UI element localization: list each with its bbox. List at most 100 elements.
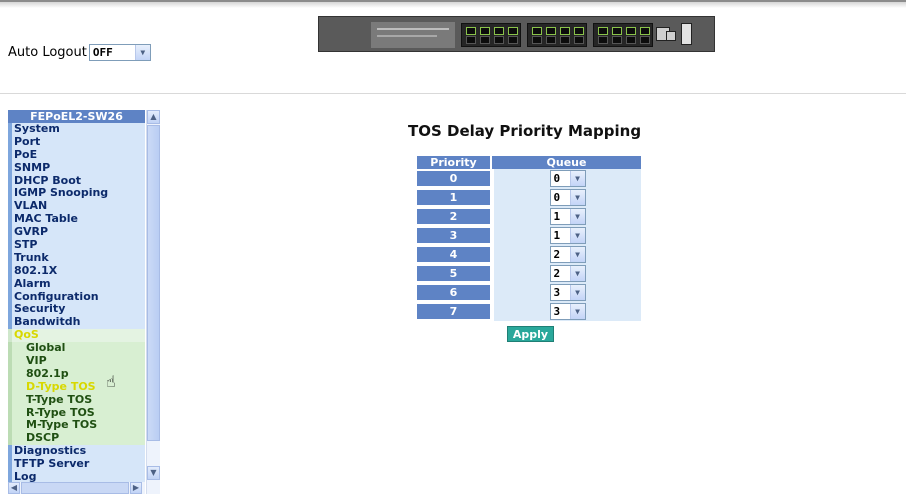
- table-row: 4 2 ▼: [417, 245, 641, 264]
- sidebar-item-label: MAC Table: [14, 212, 78, 226]
- sidebar-item-label: Configuration: [14, 289, 99, 303]
- sidebar-item-label: R-Type TOS: [26, 405, 95, 419]
- priority-value: 0: [417, 171, 490, 186]
- chevron-down-icon[interactable]: ▼: [569, 228, 585, 243]
- auto-logout-select[interactable]: OFF ▼: [88, 44, 151, 61]
- priority-cell: 5: [417, 264, 492, 283]
- sidebar-item-label: 802.1X: [14, 263, 58, 277]
- device-label-strip: [371, 22, 455, 48]
- menu-horizontal-scrollbar[interactable]: ◀ ▶: [8, 482, 145, 494]
- table-row: 7 3 ▼: [417, 302, 641, 321]
- queue-select[interactable]: 0 ▼: [549, 170, 586, 187]
- scroll-left-icon[interactable]: ◀: [8, 482, 20, 494]
- scroll-up-icon[interactable]: ▲: [147, 110, 160, 124]
- page-title: TOS Delay Priority Mapping: [408, 122, 642, 140]
- scroll-down-icon[interactable]: ▼: [147, 466, 160, 480]
- sidebar-item-label: M-Type TOS: [26, 418, 98, 432]
- table-row: 3 1 ▼: [417, 226, 641, 245]
- table-row: 1 0 ▼: [417, 188, 641, 207]
- menu-list: System Port PoE SNMP DHCP Boot IGMP Snooping V…: [8, 122, 145, 484]
- queue-cell: 0 ▼: [492, 188, 641, 207]
- queue-cell: 2 ▼: [492, 264, 641, 283]
- menu-vertical-scrollbar[interactable]: ▲ ▼: [146, 110, 160, 494]
- sidebar-item-label: Alarm: [14, 276, 51, 290]
- sidebar-item-label: D-Type TOS: [26, 379, 96, 393]
- priority-cell: 6: [417, 283, 492, 302]
- sidebar-item-label: System: [14, 122, 60, 135]
- priority-value: 5: [417, 266, 490, 281]
- queue-select[interactable]: 1 ▼: [549, 227, 586, 244]
- sidebar-item-label: Security: [14, 302, 66, 316]
- top-shade: [0, 2, 906, 8]
- chevron-down-icon[interactable]: ▼: [569, 266, 585, 281]
- priority-cell: 7: [417, 302, 492, 321]
- priority-mapping-table: Priority Queue 0 0 ▼ 1 0 ▼ 2 1 ▼ 3 1 ▼ 4 2 ▼ 5 2 ▼ 6 3 ▼ 7 3 ▼: [417, 156, 641, 321]
- queue-select[interactable]: 1 ▼: [549, 208, 586, 225]
- priority-value: 7: [417, 304, 490, 319]
- sidebar-item-label: QoS: [14, 328, 39, 342]
- sidebar-item-label: IGMP Snooping: [14, 186, 109, 200]
- port-block-3: [593, 23, 653, 47]
- table-row: 0 0 ▼: [417, 169, 641, 188]
- queue-select[interactable]: 3 ▼: [549, 284, 586, 301]
- chevron-down-icon[interactable]: ▼: [569, 209, 585, 224]
- chevron-down-icon[interactable]: ▼: [569, 171, 585, 186]
- queue-select[interactable]: 2 ▼: [549, 265, 586, 282]
- queue-select[interactable]: 0 ▼: [549, 189, 586, 206]
- queue-column-header: Queue: [492, 156, 641, 169]
- auto-logout: Auto Logout OFF ▼: [8, 44, 151, 61]
- port-block-2: [527, 23, 587, 47]
- port-block-1: [461, 23, 521, 47]
- console-port: [681, 23, 692, 45]
- chevron-down-icon[interactable]: ▼: [134, 45, 150, 60]
- queue-select[interactable]: 3 ▼: [549, 303, 586, 320]
- queue-cell: 2 ▼: [492, 245, 641, 264]
- sidebar-item-label: Global: [26, 341, 66, 355]
- chevron-down-icon[interactable]: ▼: [569, 190, 585, 205]
- sidebar-item-label: Port: [14, 134, 41, 148]
- queue-select-value: 3: [553, 305, 561, 318]
- priority-cell: 3: [417, 226, 492, 245]
- table-row: 5 2 ▼: [417, 264, 641, 283]
- sidebar-item-label: GVRP: [14, 225, 49, 239]
- chevron-down-icon[interactable]: ▼: [569, 304, 585, 319]
- apply-button[interactable]: Apply: [507, 326, 554, 342]
- queue-select-value: 1: [553, 210, 561, 223]
- switch-front-panel-image: [318, 16, 715, 52]
- priority-value: 6: [417, 285, 490, 300]
- table-row: 6 3 ▼: [417, 283, 641, 302]
- queue-select-value: 3: [553, 286, 561, 299]
- priority-value: 4: [417, 247, 490, 262]
- sidebar-item-label: STP: [14, 238, 38, 252]
- hand-pointer-icon: ☝: [106, 371, 116, 391]
- sidebar-item-label: DSCP: [26, 431, 60, 445]
- queue-select-value: 0: [553, 191, 561, 204]
- sidebar-item-label: VLAN: [14, 199, 48, 213]
- chevron-down-icon[interactable]: ▼: [569, 247, 585, 262]
- queue-select-value: 1: [553, 229, 561, 242]
- scroll-right-icon[interactable]: ▶: [130, 482, 142, 494]
- top-frame: Auto Logout OFF ▼: [0, 0, 906, 93]
- hscroll-thumb[interactable]: [21, 482, 129, 494]
- frame-separator: [0, 93, 906, 94]
- queue-select-value: 2: [553, 267, 561, 280]
- sidebar-item-label: VIP: [26, 354, 47, 368]
- sidebar-item-label: SNMP: [14, 160, 51, 174]
- priority-cell: 1: [417, 188, 492, 207]
- auto-logout-value: OFF: [92, 46, 113, 59]
- sfp-port-2: [666, 31, 676, 41]
- scroll-thumb[interactable]: [147, 125, 160, 441]
- sidebar-item-label: T-Type TOS: [26, 392, 93, 406]
- sidebar-item-label: 802.1p: [26, 366, 69, 380]
- sidebar-item-label: Trunk: [14, 250, 49, 264]
- priority-cell: 4: [417, 245, 492, 264]
- queue-cell: 1 ▼: [492, 207, 641, 226]
- priority-cell: 0: [417, 169, 492, 188]
- sidebar-item-label: Bandwitdh: [14, 315, 81, 329]
- queue-cell: 3 ▼: [492, 302, 641, 321]
- chevron-down-icon[interactable]: ▼: [569, 285, 585, 300]
- queue-select-value: 0: [553, 172, 561, 185]
- queue-select[interactable]: 2 ▼: [549, 246, 586, 263]
- table-row: 2 1 ▼: [417, 207, 641, 226]
- queue-select-value: 2: [553, 248, 561, 261]
